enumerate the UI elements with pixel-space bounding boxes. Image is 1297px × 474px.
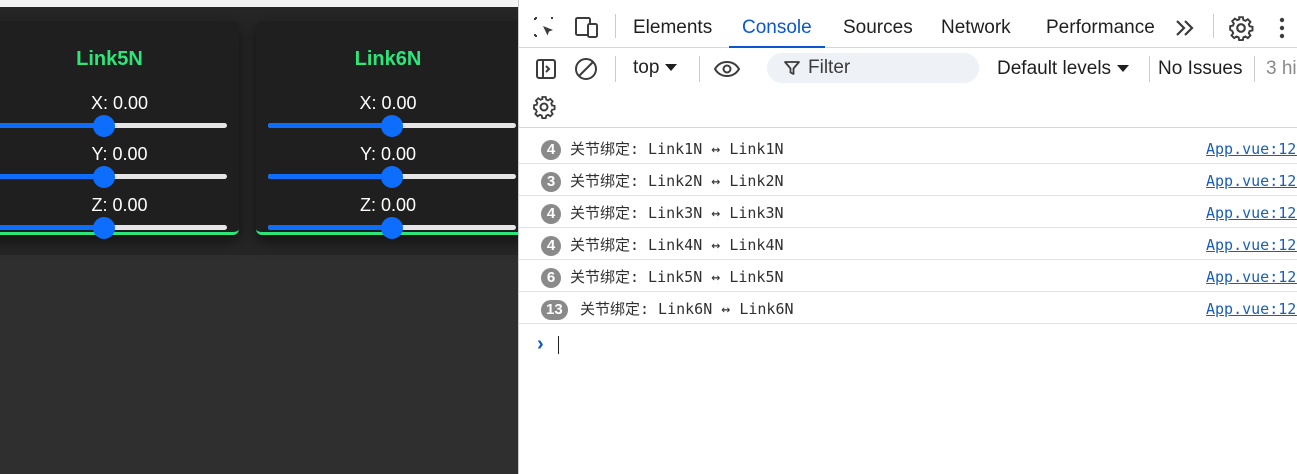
context-select[interactable]: top <box>633 53 678 83</box>
slider-fill <box>268 123 392 128</box>
issues-counter[interactable]: No Issues <box>1158 58 1242 80</box>
tab-separator <box>615 14 616 38</box>
app-viewport: Link5N X: 0.00 Y: 0.00 Z: 0.00 Link6N X:… <box>0 0 518 474</box>
slider-fill <box>0 174 104 179</box>
slider-thumb[interactable] <box>92 166 115 188</box>
tab-elements[interactable]: Elements <box>633 0 712 48</box>
filter-placeholder: Filter <box>808 57 851 78</box>
chevron-down-icon <box>665 64 678 72</box>
console-message: 4 关节绑定: Link1N ↔ Link1N App.vue:127 <box>519 132 1297 164</box>
axis-x-slider[interactable] <box>0 115 227 137</box>
console-message-text: 关节绑定: Link3N ↔ Link3N <box>570 204 784 222</box>
axis-y-label: Y: 0.00 <box>359 144 417 164</box>
log-levels-value: Default levels <box>997 58 1112 79</box>
axis-x-label: X: 0.00 <box>359 93 417 113</box>
filter-icon <box>783 59 801 77</box>
axis-x-label: X: 0.00 <box>90 93 149 113</box>
context-select-value: top <box>633 57 660 78</box>
console-message-text: 关节绑定: Link4N ↔ Link4N <box>570 236 784 254</box>
axis-y-label: Y: 0.00 <box>91 144 148 164</box>
console-settings-gear-icon[interactable] <box>531 94 557 120</box>
source-link[interactable]: App.vue:127 <box>1206 267 1297 287</box>
app-top-border <box>0 0 518 7</box>
console-filter-input[interactable]: Filter <box>767 53 979 83</box>
joint-card-link5n: Link5N X: 0.00 Y: 0.00 Z: 0.00 <box>0 21 239 239</box>
axis-z-label: Z: 0.00 <box>359 195 417 215</box>
inspect-element-icon[interactable] <box>531 14 557 40</box>
devtools-tab-bar: Elements Console Sources Network Perform… <box>519 0 1297 48</box>
slider-thumb[interactable] <box>92 217 115 239</box>
tab-console[interactable]: Console <box>729 0 825 48</box>
repeat-count-badge: 4 <box>541 236 561 256</box>
hidden-messages-count[interactable]: 3 hi <box>1266 58 1297 80</box>
gear-icon[interactable] <box>1227 14 1255 42</box>
slider-thumb[interactable] <box>381 217 403 239</box>
axis-x-slider[interactable] <box>268 115 516 137</box>
toolbar-separator <box>615 56 616 82</box>
console-message-text: 关节绑定: Link6N ↔ Link6N <box>580 300 794 318</box>
toolbar-separator <box>1254 56 1255 82</box>
slider-fill <box>268 174 392 179</box>
repeat-count-badge: 4 <box>541 140 561 160</box>
joint-cards-panel: Link5N X: 0.00 Y: 0.00 Z: 0.00 Link6N X:… <box>0 7 518 255</box>
axis-z-slider[interactable] <box>268 217 516 239</box>
toolbar-separator <box>699 56 700 82</box>
source-link[interactable]: App.vue:127 <box>1206 171 1297 191</box>
slider-thumb[interactable] <box>381 115 403 137</box>
chevron-down-icon <box>1117 65 1130 73</box>
chevron-double-right-icon[interactable] <box>1172 16 1198 40</box>
kebab-menu-icon[interactable] <box>1273 15 1291 41</box>
console-message: 4 关节绑定: Link4N ↔ Link4N App.vue:127 <box>519 228 1297 260</box>
sidebar-toggle-icon[interactable] <box>533 56 559 82</box>
axis-z-slider[interactable] <box>0 217 227 239</box>
source-link[interactable]: App.vue:127 <box>1206 139 1297 159</box>
repeat-count-badge: 6 <box>541 268 561 288</box>
tab-separator <box>1213 14 1214 38</box>
slider-fill <box>0 225 104 230</box>
device-toolbar-icon[interactable] <box>573 14 601 40</box>
console-message-text: 关节绑定: Link5N ↔ Link5N <box>570 268 784 286</box>
toolbar-separator <box>1149 56 1150 82</box>
console-toolbar: top Filter Default levels No Issues 3 hi <box>519 48 1297 128</box>
repeat-count-badge: 13 <box>541 300 568 320</box>
repeat-count-badge: 3 <box>541 172 561 192</box>
tab-network[interactable]: Network <box>941 0 1011 48</box>
source-link[interactable]: App.vue:127 <box>1206 203 1297 223</box>
console-message-text: 关节绑定: Link1N ↔ Link1N <box>570 140 784 158</box>
console-message: 4 关节绑定: Link3N ↔ Link3N App.vue:127 <box>519 196 1297 228</box>
slider-thumb[interactable] <box>381 166 403 188</box>
log-levels-dropdown[interactable]: Default levels <box>997 58 1130 80</box>
joint-card-link6n: Link6N X: 0.00 Y: 0.00 Z: 0.00 <box>256 21 518 239</box>
joint-card-title: Link5N <box>76 48 143 70</box>
repeat-count-badge: 4 <box>541 204 561 224</box>
console-input[interactable] <box>558 336 559 354</box>
live-expression-icon[interactable] <box>712 56 742 82</box>
console-message: 6 关节绑定: Link5N ↔ Link5N App.vue:127 <box>519 260 1297 292</box>
axis-z-label: Z: 0.00 <box>91 195 148 215</box>
console-message-text: 关节绑定: Link2N ↔ Link2N <box>570 172 784 190</box>
clear-console-icon[interactable] <box>573 56 599 82</box>
slider-thumb[interactable] <box>92 115 115 137</box>
console-prompt-chevron-icon: › <box>537 333 544 355</box>
axis-y-slider[interactable] <box>0 166 227 188</box>
tab-sources[interactable]: Sources <box>843 0 913 48</box>
axis-y-slider[interactable] <box>268 166 516 188</box>
slider-fill <box>268 225 392 230</box>
console-message: 13 关节绑定: Link6N ↔ Link6N App.vue:127 <box>519 292 1297 324</box>
console-message: 3 关节绑定: Link2N ↔ Link2N App.vue:127 <box>519 164 1297 196</box>
source-link[interactable]: App.vue:127 <box>1206 299 1297 319</box>
tab-performance[interactable]: Performance <box>1046 0 1155 48</box>
slider-fill <box>0 123 104 128</box>
console-output: 4 关节绑定: Link1N ↔ Link1N App.vue:127 3 关节… <box>519 129 1297 474</box>
joint-card-title: Link6N <box>354 48 422 70</box>
source-link[interactable]: App.vue:127 <box>1206 235 1297 255</box>
devtools-panel: Elements Console Sources Network Perform… <box>518 0 1297 474</box>
